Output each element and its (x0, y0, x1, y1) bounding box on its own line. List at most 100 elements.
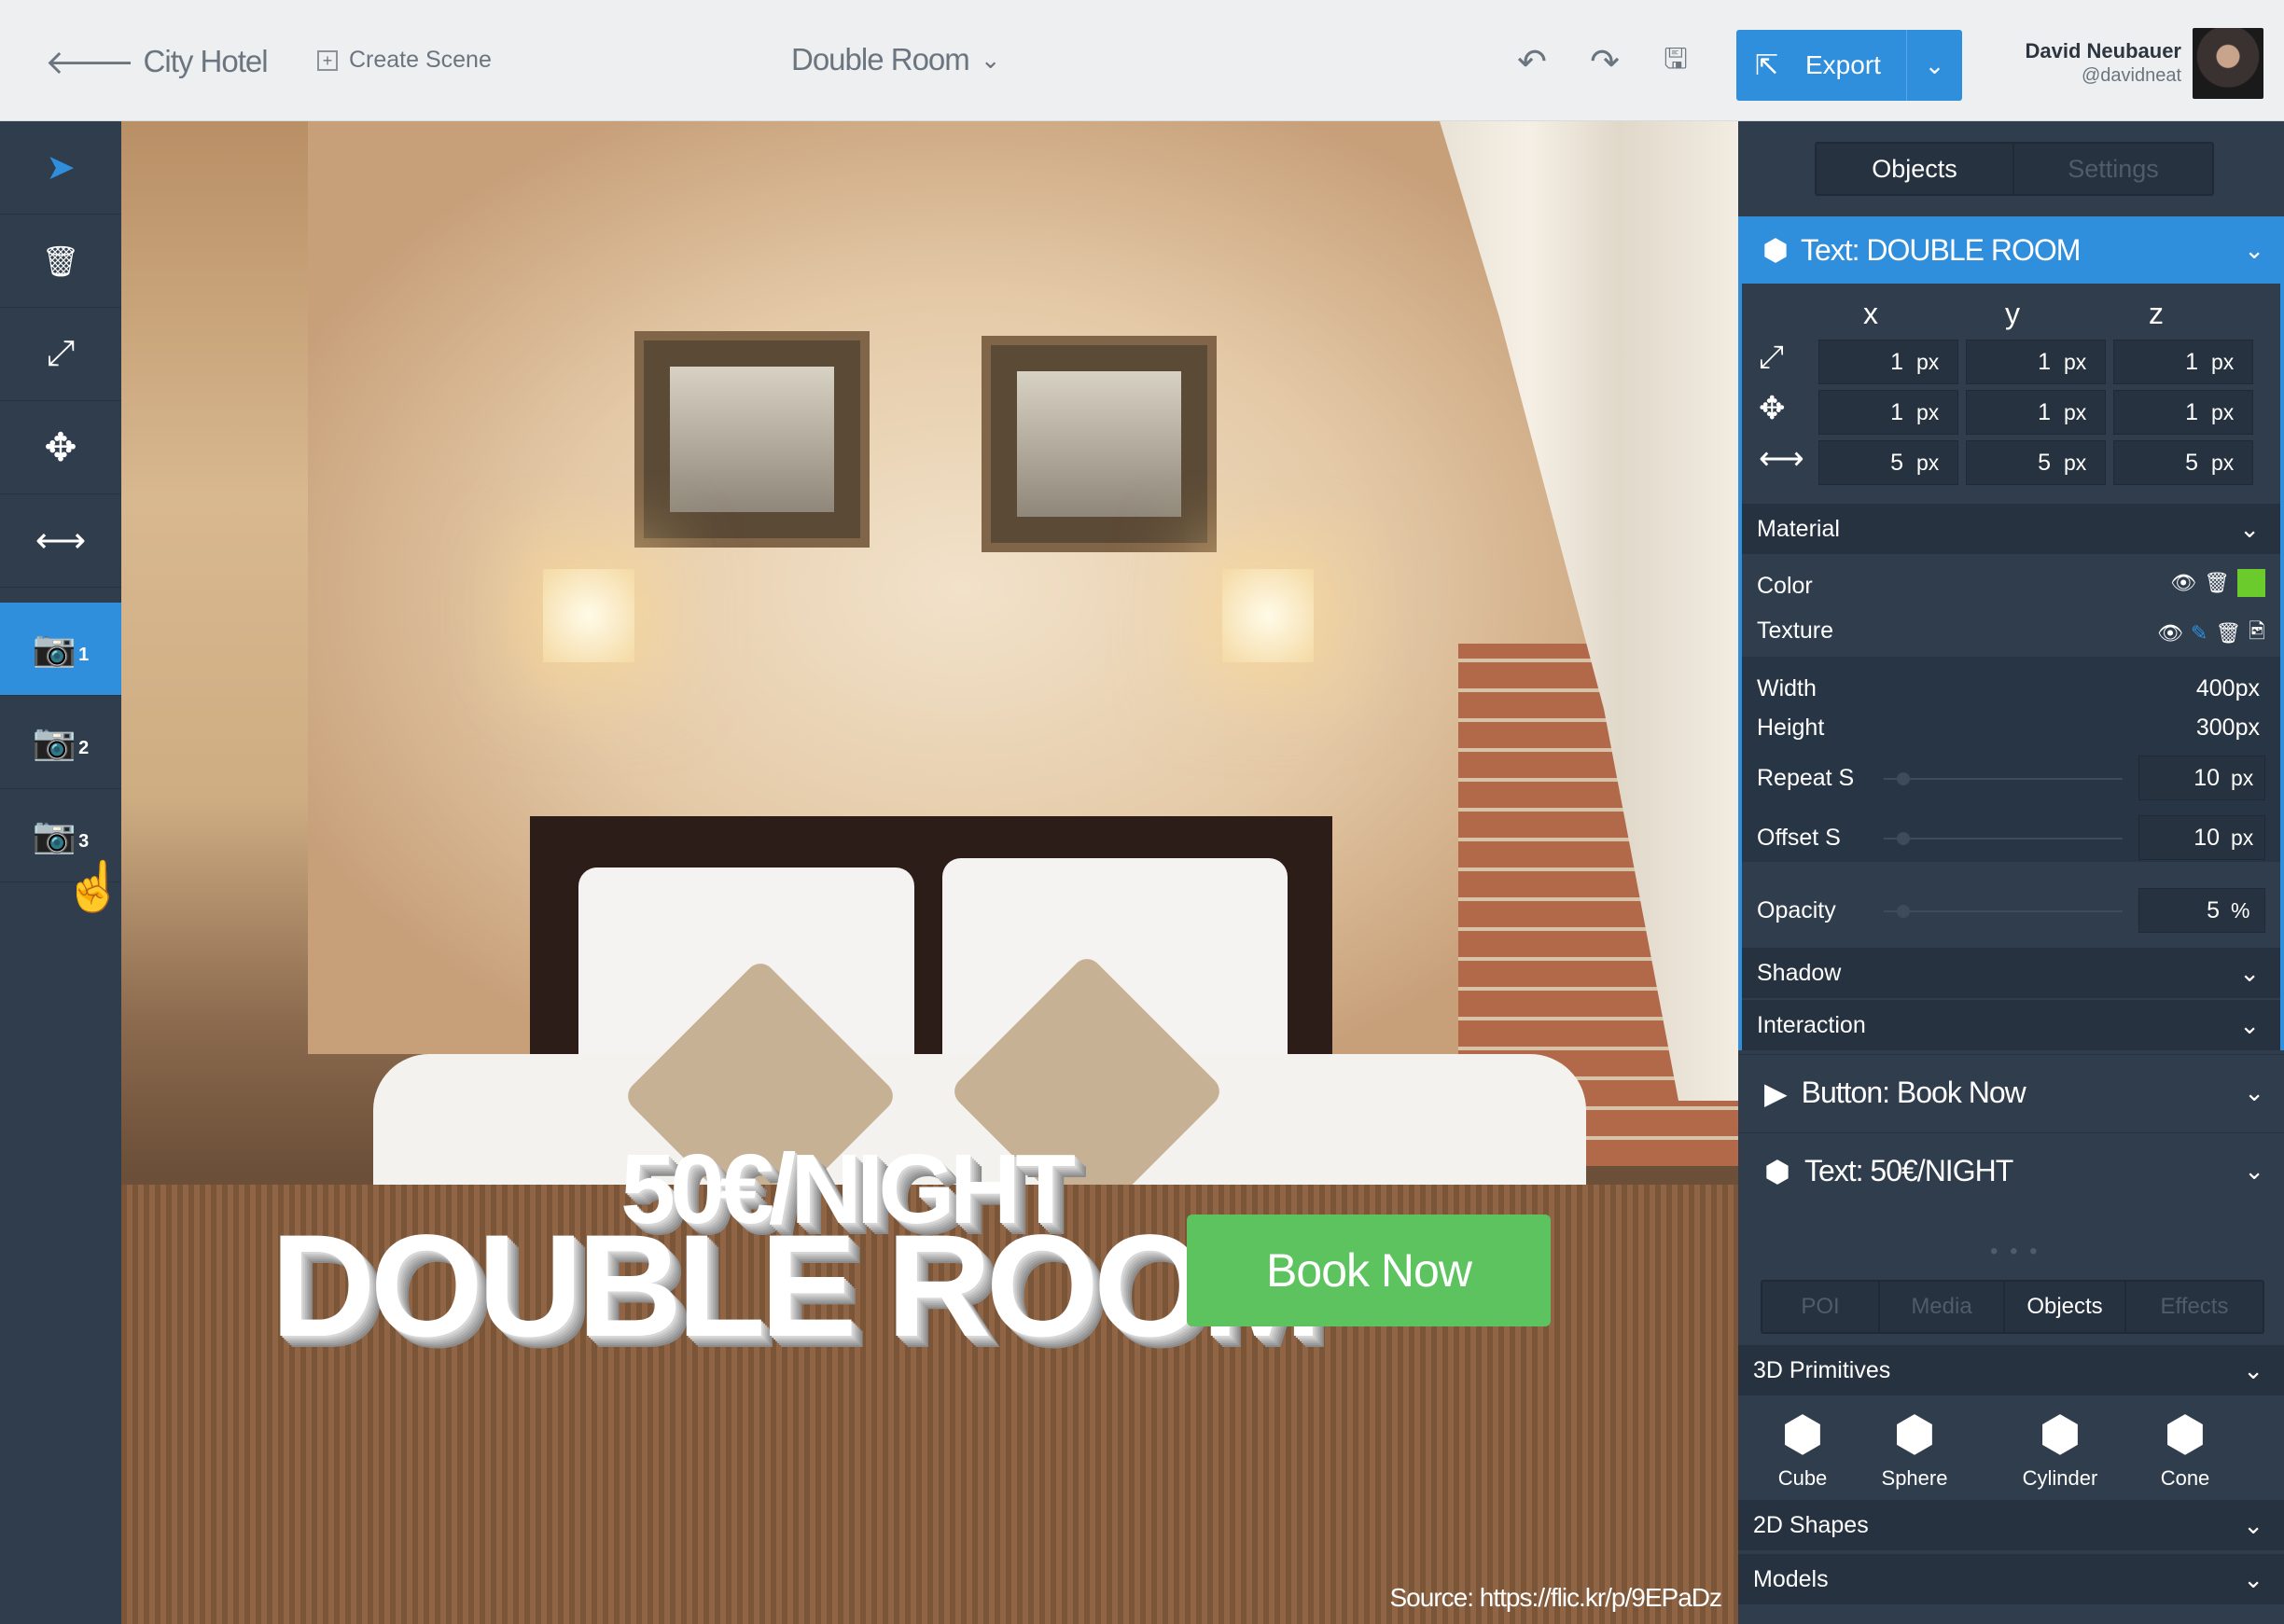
move-icon: ✥ (1759, 391, 1786, 426)
cube-icon: ⬢ (1762, 233, 1789, 267)
primitive-cone[interactable]: ⬢ Cone (2134, 1407, 2236, 1491)
image-file-icon[interactable]: 🖻 (2249, 616, 2265, 651)
offset-slider[interactable] (1884, 832, 2123, 845)
position-z-input[interactable]: 1 px (2113, 390, 2253, 435)
redo-icon[interactable]: ↷ (1586, 43, 1623, 82)
scene-viewport[interactable]: 50€/NIGHT DOUBLE ROOM Book Now Source: h… (121, 121, 1738, 1624)
pencil-icon[interactable]: ✎ (2191, 621, 2207, 645)
resize-handle[interactable]: • • • (1990, 1239, 2040, 1265)
avatar[interactable] (2193, 28, 2263, 99)
repeat-label: Repeat S (1757, 765, 1855, 791)
color-swatch[interactable] (2237, 569, 2265, 597)
camera-1-button[interactable]: 📷 1 (0, 603, 121, 696)
width-value: 400px (2195, 675, 2260, 701)
chevron-down-icon: ⌄ (2239, 514, 2260, 543)
primitive-label: Cylinder (2022, 1466, 2098, 1490)
cube-icon: ⬢ (1781, 1408, 1824, 1462)
wall-lamp (1222, 569, 1314, 662)
scene-selector[interactable]: Double Room ⌄ (791, 42, 1001, 77)
tab-media[interactable]: Media (1880, 1282, 2005, 1332)
user-name: David Neubauer (2025, 39, 2182, 62)
height-value: 300px (2195, 715, 2260, 741)
primitive-sphere[interactable]: ⬢ Sphere (1863, 1407, 1966, 1491)
3d-text-double-room[interactable]: DOUBLE ROOM (271, 1203, 1322, 1370)
trash-icon[interactable]: 🗑 (0, 215, 121, 308)
back-link[interactable]: 🡐 City Hotel (45, 41, 269, 82)
tab-effects[interactable]: Effects (2126, 1282, 2263, 1332)
save-icon[interactable]: 🖫 (1657, 43, 1694, 80)
stretch-z-input[interactable]: 5 px (2113, 440, 2253, 485)
models-header[interactable]: Models ⌄ (1738, 1554, 2284, 1604)
position-y-input[interactable]: 1 px (1966, 390, 2106, 435)
tab-settings[interactable]: Settings (2014, 144, 2212, 194)
width-label: Width (1757, 675, 1817, 701)
offset-input[interactable]: 10 px (2138, 815, 2265, 860)
camera-icon: 📷 (32, 629, 77, 669)
tab-objects[interactable]: Objects (1817, 144, 2014, 194)
move-icon[interactable]: ✥ (0, 401, 121, 494)
back-link-label: City Hotel (143, 44, 269, 78)
material-title: Material (1757, 515, 1840, 542)
navigate-icon[interactable]: ➤ (0, 121, 121, 215)
opacity-input[interactable]: 5% (2138, 888, 2265, 933)
repeat-slider[interactable] (1884, 772, 2123, 785)
shadow-section-header[interactable]: Shadow ⌄ (1742, 948, 2280, 998)
chevron-down-icon: ⌄ (2243, 1510, 2263, 1539)
object-row-book-now[interactable]: ▶ Button: Book Now ⌄ (1738, 1054, 2284, 1131)
user-info: David Neubauer @davidneat (2026, 39, 2182, 87)
play-button-icon: ▶ (1764, 1076, 1788, 1110)
opacity-slider[interactable] (1884, 905, 2123, 918)
scale-icon[interactable]: ⤢ (0, 308, 121, 401)
2d-shapes-header[interactable]: 2D Shapes ⌄ (1738, 1500, 2284, 1550)
chevron-down-icon: ⌄ (2239, 958, 2260, 987)
color-label: Color (1757, 573, 1813, 599)
chevron-down-icon: ⌄ (2244, 1078, 2264, 1106)
object-row-50-night[interactable]: ⬢ Text: 50€/NIGHT ⌄ (1738, 1132, 2284, 1209)
scale-z-input[interactable]: 1 px (2113, 340, 2253, 384)
interaction-section-header[interactable]: Interaction ⌄ (1742, 1000, 2280, 1050)
undo-icon[interactable]: ↶ (1513, 43, 1551, 82)
stretch-y-input[interactable]: 5 px (1966, 440, 2106, 485)
stretch-icon[interactable]: ⟷ (0, 494, 121, 588)
chevron-down-icon: ⌄ (2239, 1010, 2260, 1039)
offset-label: Offset S (1757, 825, 1841, 851)
position-x-input[interactable]: 1 px (1818, 390, 1958, 435)
2d-shapes-title: 2D Shapes (1753, 1511, 1869, 1538)
camera-2-button[interactable]: 📷 2 (0, 696, 121, 789)
trash-icon[interactable]: 🗑 (2215, 621, 2241, 645)
texture-actions: 👁 ✎ 🗑 🖻 (2157, 616, 2265, 651)
3d-primitives-header[interactable]: 3D Primitives ⌄ (1738, 1345, 2284, 1395)
primitive-cube[interactable]: ⬢ Cube (1751, 1407, 1854, 1491)
library-tabs: POI Media Objects Effects (1761, 1280, 2264, 1334)
selected-object-header[interactable]: ⬢ Text: DOUBLE ROOM ⌄ (1738, 216, 2284, 284)
picture-frame (982, 336, 1217, 552)
eye-icon[interactable]: 👁 (2157, 621, 2183, 645)
tab-poi[interactable]: POI (1762, 1282, 1880, 1332)
color-actions: 👁 🗑 (2170, 569, 2265, 597)
scale-y-input[interactable]: 1 px (1966, 340, 2106, 384)
cube-icon: ⬢ (2039, 1408, 2082, 1462)
wall-lamp (543, 569, 634, 662)
tab-objects[interactable]: Objects (2005, 1282, 2126, 1332)
eye-icon[interactable]: 👁 (2170, 571, 2196, 595)
material-section-header[interactable]: Material ⌄ (1742, 504, 2280, 554)
picture-frame (634, 331, 870, 548)
camera-badge: 3 (78, 831, 90, 852)
repeat-input[interactable]: 10 px (2138, 756, 2265, 800)
primitive-cylinder[interactable]: ⬢ Cylinder (2009, 1407, 2111, 1491)
selected-object-title: Text: DOUBLE ROOM (1800, 232, 2081, 267)
scale-x-input[interactable]: 1 px (1818, 340, 1958, 384)
stretch-x-input[interactable]: 5 px (1818, 440, 1958, 485)
axis-x-label: x (1863, 297, 1878, 330)
export-dropdown-icon[interactable]: ⌄ (1906, 30, 1962, 101)
3d-primitives-title: 3D Primitives (1753, 1356, 1891, 1383)
chevron-down-icon: ⌄ (2244, 235, 2264, 264)
export-button[interactable]: ⇱ Export ⌄ (1736, 30, 1962, 101)
create-scene-button[interactable]: + Create Scene (317, 47, 492, 74)
trash-icon[interactable]: 🗑 (2204, 571, 2230, 595)
chevron-down-icon: ⌄ (2243, 1564, 2263, 1593)
properties-panel: Objects Settings ⬢ Text: DOUBLE ROOM ⌄ x… (1738, 121, 2284, 1624)
texture-label: Texture (1757, 618, 1833, 644)
stretch-icon: ⟷ (1759, 441, 1804, 477)
book-now-button[interactable]: Book Now (1187, 1215, 1551, 1326)
